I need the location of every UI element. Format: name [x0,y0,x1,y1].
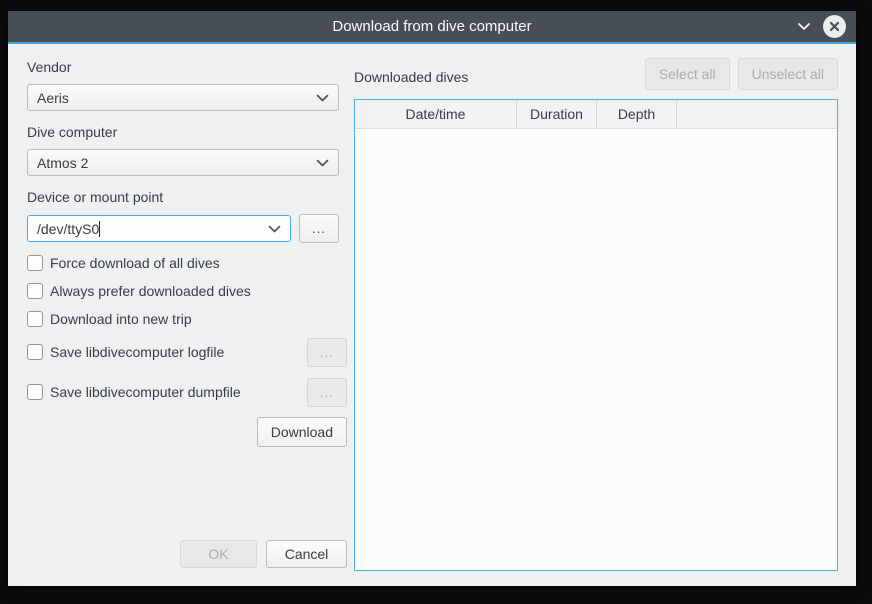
force-download-checkbox[interactable] [27,255,43,271]
downloaded-dives-panel: Downloaded dives Select all Unselect all… [346,46,838,571]
titlebar[interactable]: Download from dive computer [8,11,856,44]
column-header-empty [677,100,837,128]
dives-table[interactable]: Date/time Duration Depth [354,99,838,571]
downloaded-dives-label: Downloaded dives [354,69,468,85]
save-logfile-checkbox[interactable] [27,344,43,360]
save-dumpfile-label: Save libdivecomputer dumpfile [50,384,299,400]
window-title: Download from dive computer [8,18,856,35]
save-logfile-label: Save libdivecomputer logfile [50,344,299,360]
prefer-downloaded-checkbox[interactable] [27,283,43,299]
vendor-label: Vendor [27,59,347,76]
force-download-label: Force download of all dives [50,255,347,271]
device-value: /dev/ttyS0 [37,221,99,237]
logfile-browse-button[interactable]: ... [307,338,347,367]
new-trip-label: Download into new trip [50,311,347,327]
download-dialog: Download from dive computer Vendor Aeris… [8,11,856,586]
dive-computer-value: Atmos 2 [37,155,316,171]
device-browse-button[interactable]: ... [299,214,339,243]
chevron-down-icon [797,22,811,31]
option-row: Always prefer downloaded dives [27,283,347,299]
new-trip-checkbox[interactable] [27,311,43,327]
option-row: Download into new trip [27,311,347,327]
vendor-dropdown[interactable]: Aeris [27,84,339,111]
text-cursor [99,221,100,237]
ok-button[interactable]: OK [180,540,257,568]
download-button[interactable]: Download [257,417,347,447]
dives-table-header: Date/time Duration Depth [355,100,837,129]
chevron-down-icon [316,159,329,167]
column-header-datetime[interactable]: Date/time [355,100,517,128]
dumpfile-browse-button[interactable]: ... [307,378,347,407]
select-all-button[interactable]: Select all [645,58,730,90]
device-input[interactable]: /dev/ttyS0 [27,215,291,242]
option-row: Save libdivecomputer dumpfile ... [27,377,347,407]
column-header-duration[interactable]: Duration [517,100,597,128]
settings-panel: Vendor Aeris Dive computer Atmos 2 Devic… [27,46,347,586]
cancel-button[interactable]: Cancel [266,540,347,568]
vendor-value: Aeris [37,90,316,106]
unselect-all-button[interactable]: Unselect all [738,58,838,90]
dive-computer-dropdown[interactable]: Atmos 2 [27,149,339,176]
save-dumpfile-checkbox[interactable] [27,384,43,400]
column-header-depth[interactable]: Depth [597,100,677,128]
close-button[interactable] [823,15,846,38]
chevron-down-icon [316,94,329,102]
option-row: Save libdivecomputer logfile ... [27,337,347,367]
close-icon [829,21,840,32]
dives-table-body[interactable] [355,129,837,570]
shade-button[interactable] [795,18,813,36]
chevron-down-icon [268,225,281,233]
device-label: Device or mount point [27,189,347,206]
prefer-downloaded-label: Always prefer downloaded dives [50,283,347,299]
dive-computer-label: Dive computer [27,124,347,141]
option-row: Force download of all dives [27,255,347,271]
